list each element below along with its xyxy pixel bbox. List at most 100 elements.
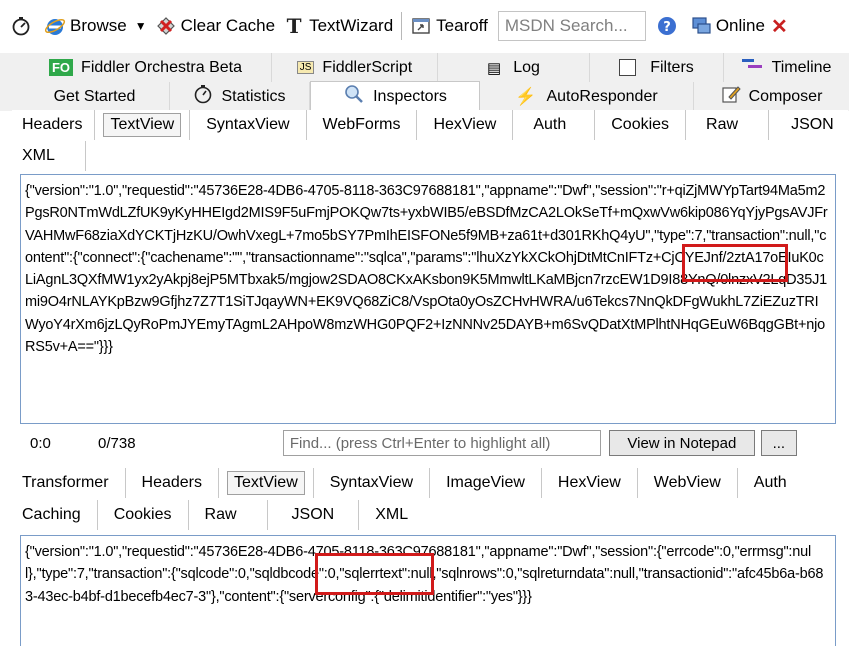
find-input[interactable]: Find... (press Ctrl+Enter to highlight a… xyxy=(282,430,601,456)
req-tab-json[interactable]: JSON xyxy=(769,110,848,140)
resp-tab-transformer[interactable]: Transformer xyxy=(12,468,126,498)
resp-tab-hexview[interactable]: HexView xyxy=(542,468,638,498)
timeline-icon xyxy=(741,57,764,78)
tab-label: WebForms xyxy=(322,116,401,133)
tab-inspectors[interactable]: Inspectors xyxy=(310,81,480,111)
main-tabs-row-2: Get Started Statistics Inspectors ⚡ Auto… xyxy=(0,81,849,111)
tab-label: WebView xyxy=(653,474,721,491)
clear-cache-label: Clear Cache xyxy=(180,16,276,35)
req-tab-xml[interactable]: XML xyxy=(12,141,86,171)
clear-cache-button[interactable]: Clear Cache xyxy=(151,11,280,41)
close-icon[interactable]: ✕ xyxy=(771,14,788,39)
req-tab-syntaxview[interactable]: SyntaxView xyxy=(190,110,307,140)
tab-label: HexView xyxy=(557,474,621,491)
tab-label: Statistics xyxy=(221,87,286,105)
tab-label: TextView xyxy=(227,471,305,495)
tab-label: SyntaxView xyxy=(206,116,290,133)
req-tab-auth[interactable]: Auth xyxy=(513,110,596,140)
req-tab-headers[interactable]: Headers xyxy=(12,110,96,140)
resp-tab-json[interactable]: JSON xyxy=(268,500,360,530)
tab-label: Transformer xyxy=(22,474,109,491)
tab-label: Filters xyxy=(650,58,694,76)
main-tabs-row-1: FO Fiddler Orchestra Beta JS FiddlerScri… xyxy=(0,53,849,82)
network-icon xyxy=(690,15,712,37)
resp-tab-headers[interactable]: Headers xyxy=(126,468,220,498)
more-button[interactable]: ... xyxy=(760,430,797,456)
resp-tab-raw[interactable]: Raw xyxy=(189,500,268,530)
stopwatch-icon xyxy=(10,15,32,37)
view-in-notepad-button[interactable]: View in Notepad xyxy=(608,430,755,456)
caret-position: 0:0 xyxy=(30,434,51,452)
resp-tab-cookies[interactable]: Cookies xyxy=(98,500,189,530)
tab-get-started[interactable]: Get Started xyxy=(20,82,170,111)
toolbar-divider xyxy=(401,12,403,40)
response-tabs-row-2: Caching Cookies Raw JSON XML xyxy=(12,500,424,530)
msdn-search-input[interactable]: MSDN Search... xyxy=(497,11,646,41)
req-tab-hexview[interactable]: HexView xyxy=(417,110,514,140)
chevron-down-icon[interactable]: ▼ xyxy=(135,19,147,33)
help-button[interactable]: ? xyxy=(652,11,686,41)
response-body-text[interactable]: {"version":"1.0","requestid":"45736E28-4… xyxy=(20,535,836,646)
tab-filters[interactable]: Filters xyxy=(590,53,724,82)
req-tab-cookies[interactable]: Cookies xyxy=(595,110,687,140)
request-status-bar: 0:0 0/738 Find... (press Ctrl+Enter to h… xyxy=(20,426,820,460)
tab-label: Auth xyxy=(753,474,787,491)
tab-label: ImageView xyxy=(446,474,525,491)
tab-statistics[interactable]: Statistics xyxy=(170,82,310,111)
resp-tab-textview[interactable]: TextView xyxy=(219,468,314,498)
button-label: View in Notepad xyxy=(627,434,737,452)
req-tab-webforms[interactable]: WebForms xyxy=(307,110,418,140)
fiddler-orchestra-icon: FO xyxy=(48,59,74,76)
tab-label: Inspectors xyxy=(373,87,447,105)
clear-cache-icon xyxy=(155,15,177,37)
resp-tab-caching[interactable]: Caching xyxy=(12,500,98,530)
tab-label: Cookies xyxy=(611,116,670,133)
tab-label: Fiddler Orchestra Beta xyxy=(81,58,242,76)
lightning-icon: ⚡ xyxy=(515,86,537,106)
composer-icon xyxy=(721,84,741,109)
request-body-text[interactable]: {"version":"1.0","requestid":"45736E28-4… xyxy=(20,174,836,424)
tearoff-button[interactable]: Tearoff xyxy=(406,11,492,41)
tab-label: Auth xyxy=(533,116,567,133)
resp-tab-xml[interactable]: XML xyxy=(359,500,424,530)
tab-label: Caching xyxy=(22,506,81,523)
tab-label: HexView xyxy=(433,116,497,133)
tab-label: FiddlerScript xyxy=(322,58,413,76)
tab-label: JSON xyxy=(291,506,335,523)
req-tab-raw[interactable]: Raw xyxy=(686,110,770,140)
tab-label: JSON xyxy=(791,116,834,133)
toolbar: Browse ▼ Clear Cache T TextWizard Tearof… xyxy=(0,0,849,52)
tearoff-label: Tearoff xyxy=(436,16,488,35)
online-status[interactable]: Online ✕ xyxy=(686,11,792,41)
tab-autoresponder[interactable]: ⚡ AutoResponder xyxy=(480,82,694,111)
resp-tab-webview[interactable]: WebView xyxy=(638,468,738,498)
resp-tab-syntaxview[interactable]: SyntaxView xyxy=(314,468,431,498)
resp-tab-auth[interactable]: Auth xyxy=(738,468,803,498)
char-count: 0/738 xyxy=(98,434,136,452)
button-label: ... xyxy=(772,434,786,452)
textwizard-label: TextWizard xyxy=(309,16,394,35)
tab-label: Raw xyxy=(204,506,237,523)
statistics-icon xyxy=(193,84,213,109)
request-tabs-row-1: Headers TextView SyntaxView WebForms Hex… xyxy=(12,110,848,140)
tab-fiddler-orchestra[interactable]: FO Fiddler Orchestra Beta xyxy=(20,53,272,82)
tab-label: AutoResponder xyxy=(546,87,658,105)
svg-text:?: ? xyxy=(663,20,671,35)
response-tabs-row-1: Transformer Headers TextView SyntaxView … xyxy=(12,468,803,498)
request-tabs-row-2: XML xyxy=(12,141,86,171)
tab-label: Raw xyxy=(706,116,739,133)
help-icon: ? xyxy=(656,15,678,37)
tearoff-icon xyxy=(410,15,432,37)
resp-tab-imageview[interactable]: ImageView xyxy=(430,468,542,498)
textwizard-button[interactable]: T TextWizard xyxy=(279,11,397,41)
tab-log[interactable]: ▤ Log xyxy=(438,53,590,82)
tab-timeline[interactable]: Timeline xyxy=(724,53,849,82)
tab-label: Get Started xyxy=(53,87,136,105)
filters-checkbox[interactable] xyxy=(619,59,637,76)
stopwatch-button[interactable] xyxy=(6,11,40,41)
req-tab-textview[interactable]: TextView xyxy=(95,110,191,140)
browse-button[interactable]: Browse ▼ xyxy=(40,11,151,41)
tab-composer[interactable]: Composer xyxy=(694,82,849,111)
tab-fiddlerscript[interactable]: JS FiddlerScript xyxy=(272,53,438,82)
tab-label: Headers xyxy=(141,474,203,491)
